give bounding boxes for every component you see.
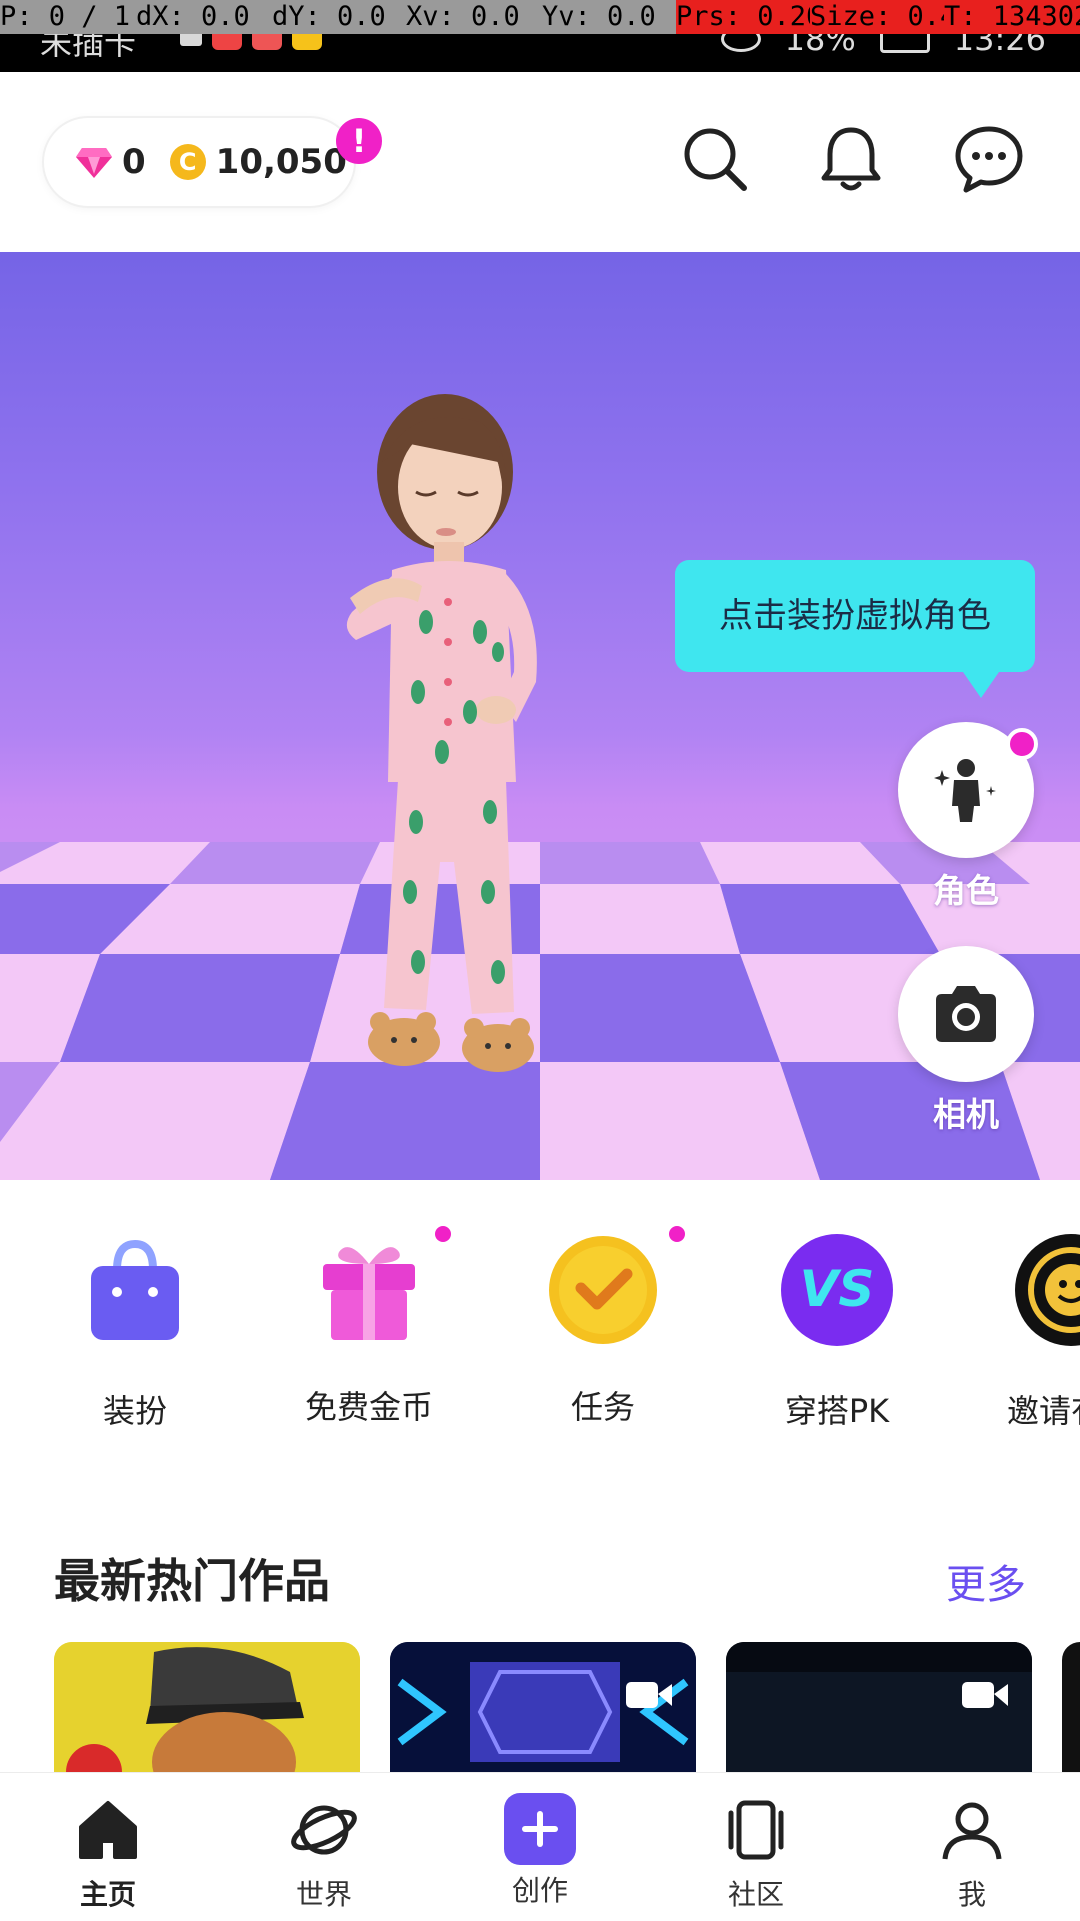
nav-me[interactable]: 我 bbox=[864, 1773, 1080, 1921]
avatar-character[interactable] bbox=[330, 392, 630, 1072]
action-label: 装扮 bbox=[102, 1392, 167, 1430]
more-link[interactable]: 更多 bbox=[946, 1552, 1026, 1610]
camera-button[interactable] bbox=[898, 946, 1034, 1082]
video-icon bbox=[626, 1682, 672, 1708]
quick-actions-row: 装扮 免费金币 任务 VS 穿搭PK 邀请 bbox=[0, 1180, 1080, 1440]
nav-home[interactable]: 主页 bbox=[0, 1773, 216, 1921]
community-icon bbox=[728, 1800, 784, 1860]
debug-dx: dX: 0.0 bbox=[136, 1, 250, 32]
debug-time: T: 134302 bbox=[944, 0, 1080, 34]
coin-icon: C bbox=[169, 144, 206, 180]
avatar-sparkle-icon bbox=[934, 759, 996, 822]
work-card[interactable] bbox=[726, 1642, 1032, 1772]
role-notification-dot bbox=[1006, 728, 1038, 760]
plus-icon bbox=[504, 1793, 576, 1865]
nav-label: 社区 bbox=[727, 1878, 784, 1911]
invite-icon bbox=[1015, 1234, 1080, 1346]
diamond-count: 0 bbox=[122, 142, 146, 182]
role-button[interactable] bbox=[898, 722, 1038, 858]
camera-label: 相机 bbox=[933, 1095, 999, 1134]
search-icon[interactable] bbox=[680, 124, 750, 194]
nav-label: 世界 bbox=[295, 1878, 352, 1911]
action-label: 任务 bbox=[570, 1388, 635, 1426]
nav-community[interactable]: 社区 bbox=[648, 1773, 864, 1921]
vs-icon: VS bbox=[781, 1234, 893, 1346]
action-tasks[interactable]: 任务 bbox=[503, 1226, 703, 1428]
action-label: 穿搭PK bbox=[784, 1392, 890, 1430]
nav-world[interactable]: 世界 bbox=[216, 1773, 432, 1921]
svg-text:VS: VS bbox=[800, 1260, 875, 1318]
action-dress-up[interactable]: 装扮 bbox=[35, 1230, 235, 1432]
coin-count: 10,050 bbox=[215, 142, 347, 182]
gift-icon bbox=[323, 1247, 415, 1340]
profile-icon bbox=[942, 1802, 1002, 1860]
pointer-debug-overlay: P: 0 / 1 dX: 0.0 dY: 0.0 Xv: 0.0 Yv: 0.0… bbox=[0, 0, 1080, 34]
action-outfit-pk[interactable]: VS 穿搭PK bbox=[737, 1230, 937, 1432]
task-check-icon bbox=[549, 1236, 657, 1344]
planet-icon bbox=[291, 1805, 357, 1855]
section-title: 最新热门作品 bbox=[54, 1554, 330, 1608]
hot-works-list bbox=[0, 1642, 1080, 1772]
work-card[interactable] bbox=[54, 1642, 360, 1772]
action-invite[interactable]: 邀请有礼 bbox=[971, 1230, 1080, 1432]
debug-prs: Prs: 0.20 bbox=[676, 0, 823, 34]
role-label: 角色 bbox=[933, 871, 999, 910]
work-thumbnail bbox=[54, 1642, 360, 1772]
debug-xv: Xv: 0.0 bbox=[406, 1, 520, 32]
nav-label: 创作 bbox=[511, 1874, 568, 1907]
work-card[interactable] bbox=[390, 1642, 696, 1772]
currency-balance[interactable]: 0 C 10,050 bbox=[44, 118, 354, 206]
dress-up-tooltip: 点击装扮虚拟角色 bbox=[675, 560, 1035, 698]
debug-yv: Yv: 0.0 bbox=[542, 1, 656, 32]
bottom-navigation: 主页 世界 创作 社区 我 bbox=[0, 1772, 1080, 1921]
shopping-bag-icon bbox=[91, 1239, 179, 1340]
action-free-coins[interactable]: 免费金币 bbox=[269, 1226, 469, 1428]
alert-badge[interactable]: ! bbox=[336, 118, 382, 164]
camera-icon bbox=[936, 986, 996, 1042]
bell-icon[interactable] bbox=[816, 124, 886, 194]
action-label: 邀请有礼 bbox=[1006, 1392, 1080, 1430]
notification-dot bbox=[669, 1226, 685, 1242]
video-icon bbox=[962, 1682, 1008, 1708]
avatar-stage[interactable]: 点击装扮虚拟角色 角色 相机 bbox=[0, 252, 1080, 1180]
nav-label: 主页 bbox=[79, 1878, 136, 1911]
debug-pointer: P: 0 / 1 bbox=[0, 1, 131, 32]
top-header: 0 C 10,050 ! bbox=[0, 72, 1080, 252]
action-label: 免费金币 bbox=[304, 1388, 433, 1426]
status-bar: 未插卡 18% 13:26 P: 0 / 1 dX: 0.0 dY: 0.0 X… bbox=[0, 0, 1080, 72]
debug-dy: dY: 0.0 bbox=[272, 1, 386, 32]
nav-create[interactable]: 创作 bbox=[432, 1773, 648, 1921]
home-icon bbox=[79, 1801, 137, 1859]
work-card[interactable] bbox=[1062, 1642, 1080, 1772]
diamond-icon bbox=[76, 148, 112, 178]
chat-icon[interactable] bbox=[954, 124, 1024, 194]
nav-label: 我 bbox=[957, 1878, 986, 1911]
notification-dot bbox=[435, 1226, 451, 1242]
